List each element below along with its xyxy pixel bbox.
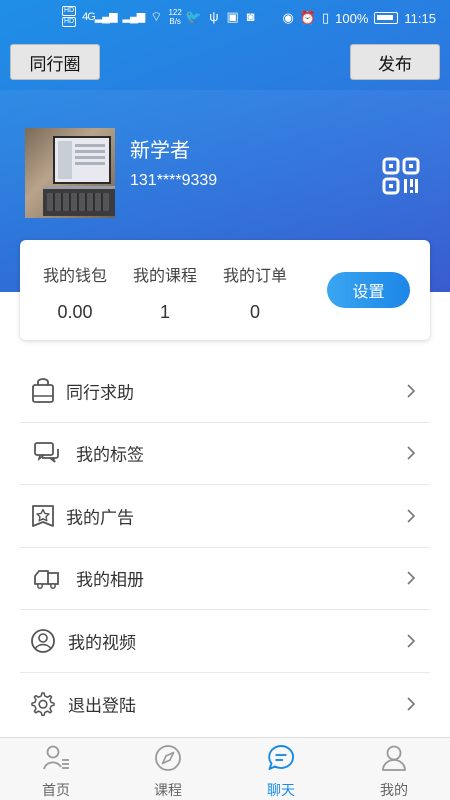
user-circle-icon: [31, 628, 55, 653]
star-badge-icon: [32, 504, 54, 527]
settings-button[interactable]: 设置: [327, 272, 410, 308]
tab-home[interactable]: 首页: [0, 738, 112, 800]
signal-icon-2: ▂▄▆: [122, 11, 146, 23]
vibrate-icon: ▯: [322, 10, 330, 25]
hd-icon: HD HD: [62, 6, 77, 27]
usb-icon: ψ: [209, 9, 219, 24]
tab-label: 首页: [42, 782, 70, 798]
chevron-right-icon: [407, 571, 416, 585]
bird-icon: 🐦: [185, 9, 202, 24]
eye-icon: ◉: [282, 10, 294, 25]
clock: 11:15: [404, 10, 436, 26]
tab-chat[interactable]: 聊天: [225, 738, 337, 800]
battery-icon: [374, 12, 399, 24]
compass-icon: [155, 745, 181, 771]
publish-button[interactable]: 发布: [350, 44, 440, 80]
chat-icon: [268, 745, 294, 770]
chevron-right-icon: [407, 446, 416, 460]
status-left: HD HD 4G▂▄▆ ▂▄▆ ⌔ 122 B/s: [62, 6, 182, 27]
chevron-right-icon: [407, 509, 416, 523]
orders-label: 我的订单: [222, 268, 287, 285]
menu-item-label: 我的相册: [76, 570, 144, 590]
orders-value: 0: [249, 302, 260, 322]
network-speed: 122 B/s: [168, 7, 182, 26]
app-icon: ▣: [226, 9, 239, 24]
wallet-value: 0.00: [57, 302, 93, 322]
menu-item-label: 退出登陆: [68, 696, 136, 716]
courses-stat[interactable]: 我的课程 1: [120, 262, 210, 323]
app-icon-2: ◙: [246, 9, 255, 24]
menu-item-my-tags[interactable]: 我的标签: [20, 423, 430, 485]
tab-label: 聊天: [267, 782, 295, 798]
menu-item-label: 我的标签: [76, 445, 144, 465]
alarm-icon: ⏰: [299, 10, 317, 25]
status-right: ◉ ⏰ ▯ 100% 11:15: [282, 10, 436, 26]
notification-icons: 🐦 ψ ▣ ◙: [185, 9, 255, 25]
chevron-right-icon: [407, 384, 416, 398]
avatar[interactable]: [25, 128, 115, 218]
peer-circle-button[interactable]: 同行圈: [10, 44, 100, 80]
qr-code-icon[interactable]: [382, 157, 420, 195]
courses-label: 我的课程: [132, 268, 197, 285]
menu-item-my-album[interactable]: 我的相册: [20, 548, 430, 610]
menu-item-my-videos[interactable]: 我的视频: [20, 610, 430, 673]
stats-card: 我的钱包 0.00 我的课程 1 我的订单 0 设置: [20, 240, 430, 340]
menu-item-peer-help[interactable]: 同行求助: [20, 360, 430, 423]
menu-item-label: 同行求助: [66, 383, 134, 403]
chevron-right-icon: [407, 634, 416, 648]
phone-number: 131****9339: [130, 172, 218, 189]
menu-item-logout[interactable]: 退出登陆: [20, 673, 430, 736]
tab-label: 课程: [154, 782, 182, 798]
tab-courses[interactable]: 课程: [112, 738, 224, 800]
chevron-right-icon: [407, 697, 416, 711]
menu-item-label: 我的视频: [68, 633, 136, 653]
wifi-icon: ⌔: [150, 8, 163, 24]
username: 新学者: [130, 140, 190, 162]
gear-icon: [31, 692, 55, 716]
signal-icon: 4G▂▄▆: [82, 11, 117, 23]
tab-label: 我的: [380, 782, 408, 798]
menu-item-my-ads[interactable]: 我的广告: [20, 485, 430, 548]
tab-mine[interactable]: 我的: [338, 738, 450, 800]
truck-icon: [34, 570, 59, 590]
courses-value: 1: [159, 302, 170, 322]
battery-percent: 100%: [335, 10, 369, 26]
user-list-icon: [43, 745, 69, 770]
orders-stat[interactable]: 我的订单 0: [210, 262, 300, 323]
chat-bubbles-icon: [34, 442, 59, 463]
wallet-label: 我的钱包: [42, 268, 107, 285]
person-icon: [382, 745, 406, 771]
menu-list: 同行求助 我的标签 我的广告 我的相册 我的视频 退出登陆: [20, 360, 430, 735]
shopping-bag-icon: [32, 377, 54, 403]
status-bar: HD HD 4G▂▄▆ ▂▄▆ ⌔ 122 B/s 🐦 ψ ▣ ◙ ◉ ⏰ ▯ 10…: [0, 0, 450, 36]
bottom-tab-bar: 首页 课程 聊天 我的: [0, 737, 450, 800]
wallet-stat[interactable]: 我的钱包 0.00: [30, 262, 120, 323]
menu-item-label: 我的广告: [66, 508, 134, 528]
